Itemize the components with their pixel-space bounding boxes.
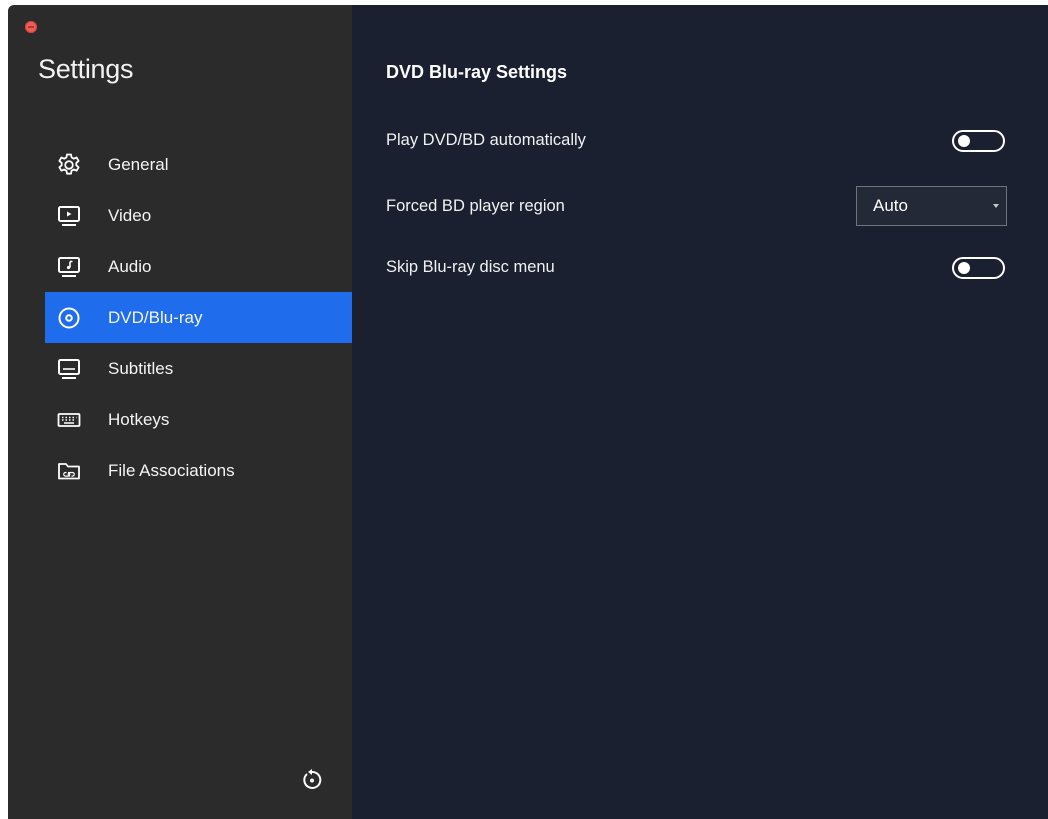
sidebar-nav: General Video Audio DVD/Blu-ray Subtitle… xyxy=(45,139,352,496)
folder-link-icon xyxy=(56,458,82,484)
toggle-knob xyxy=(958,135,970,147)
sidebar-item-label: File Associations xyxy=(108,460,235,480)
select-value: Auto xyxy=(873,196,908,215)
page-title: DVD Blu-ray Settings xyxy=(386,62,568,82)
sidebar-item-subtitles[interactable]: Subtitles xyxy=(45,343,352,394)
sidebar-title: Settings xyxy=(38,54,134,84)
subtitles-icon xyxy=(56,356,82,382)
sidebar-item-file-associations[interactable]: File Associations xyxy=(45,445,352,496)
sidebar-item-label: General xyxy=(108,154,169,174)
sidebar-item-label: Subtitles xyxy=(108,358,174,378)
sidebar-item-label: Hotkeys xyxy=(108,409,170,429)
video-icon xyxy=(56,203,82,229)
disc-icon xyxy=(56,305,82,331)
setting-label-skip-disc-menu: Skip Blu-ray disc menu xyxy=(386,258,555,276)
sidebar-item-video[interactable]: Video xyxy=(45,190,352,241)
reset-icon[interactable] xyxy=(299,767,325,793)
setting-label-play-automatically: Play DVD/BD automatically xyxy=(386,131,586,149)
audio-icon xyxy=(56,254,82,280)
setting-label-bd-region: Forced BD player region xyxy=(386,197,565,215)
sidebar-item-hotkeys[interactable]: Hotkeys xyxy=(45,394,352,445)
sidebar-item-label: DVD/Blu-ray xyxy=(108,307,203,327)
toggle-knob xyxy=(958,262,970,274)
bd-region-select[interactable]: Auto xyxy=(856,186,1007,226)
sidebar: Settings General Video Audio DVD/Blu-ray… xyxy=(8,5,352,819)
sidebar-item-audio[interactable]: Audio xyxy=(45,241,352,292)
sidebar-item-label: Audio xyxy=(108,256,152,276)
chevron-down-icon xyxy=(993,204,999,208)
skip-disc-menu-toggle[interactable] xyxy=(952,257,1005,279)
sidebar-item-dvd-bluray[interactable]: DVD/Blu-ray xyxy=(45,292,352,343)
gear-icon xyxy=(56,152,82,178)
settings-window: Settings General Video Audio DVD/Blu-ray… xyxy=(8,5,1048,819)
close-window-button[interactable] xyxy=(25,21,37,33)
sidebar-item-label: Video xyxy=(108,205,152,225)
keyboard-icon xyxy=(56,407,82,433)
settings-panel: DVD Blu-ray Settings Play DVD/BD automat… xyxy=(352,5,1048,819)
play-automatically-toggle[interactable] xyxy=(952,130,1005,152)
sidebar-item-general[interactable]: General xyxy=(45,139,352,190)
